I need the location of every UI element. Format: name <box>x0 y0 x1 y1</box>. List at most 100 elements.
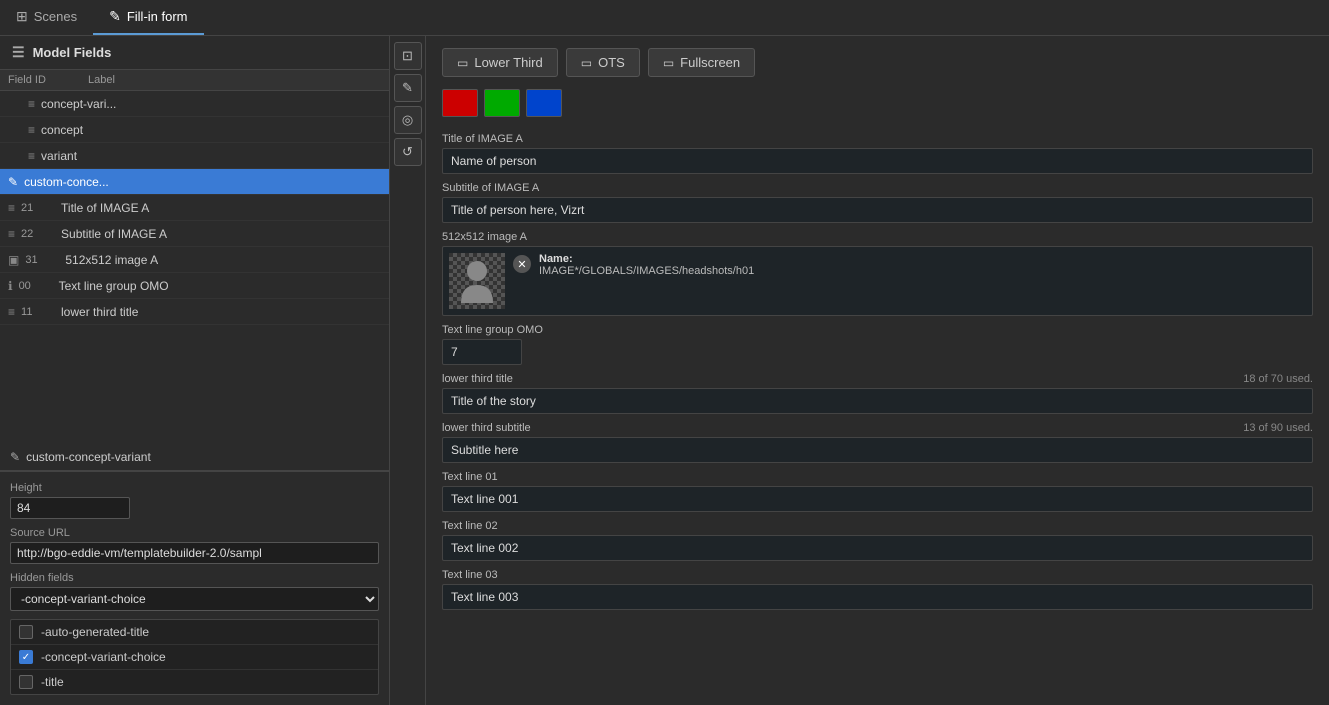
fields-table: ≡ concept-vari... ≡ concept ≡ variant ✎ … <box>0 91 389 444</box>
expand-button[interactable]: ⊡ <box>394 42 422 70</box>
col-id-header: Field ID <box>8 74 88 86</box>
ots-button[interactable]: ▭ OTS <box>566 48 640 77</box>
fullscreen-label: Fullscreen <box>680 55 740 70</box>
height-input[interactable] <box>10 497 130 519</box>
checkbox-label: -concept-variant-choice <box>41 650 166 664</box>
edit-icon: ✎ <box>402 80 413 96</box>
list-icon: ≡ <box>8 305 15 319</box>
field-subtitle-image-a: Subtitle of IMAGE A <box>442 182 1313 223</box>
source-url-input[interactable] <box>10 542 379 564</box>
lower-third-subtitle-char-count: 13 of 90 used. <box>1243 422 1313 434</box>
checkbox-title[interactable] <box>19 675 33 689</box>
list-item[interactable]: ≡ 22 Subtitle of IMAGE A <box>0 221 389 247</box>
custom-concept-label: custom-concept-variant <box>26 450 151 464</box>
image-thumbnail <box>449 253 505 309</box>
field-text-line-group-input[interactable] <box>442 339 522 365</box>
fullscreen-icon: ▭ <box>663 56 674 70</box>
list-item[interactable]: ≡ variant <box>0 143 389 169</box>
checkbox-item-auto-generated-title[interactable]: -auto-generated-title <box>11 620 378 645</box>
item-id: 21 <box>21 202 61 214</box>
field-lower-third-title-input[interactable] <box>442 388 1313 414</box>
color-swatch-green[interactable] <box>484 89 520 117</box>
fullscreen-button[interactable]: ▭ Fullscreen <box>648 48 755 77</box>
hidden-fields-select[interactable]: -concept-variant-choice <box>10 587 379 611</box>
field-lower-third-subtitle-label: lower third subtitle <box>442 422 531 434</box>
item-label: concept-vari... <box>41 97 381 111</box>
field-text-line-01-input[interactable] <box>442 486 1313 512</box>
field-text-line-01: Text line 01 <box>442 471 1313 512</box>
list-icon: ≡ <box>8 227 15 241</box>
item-label: Text line group OMO <box>59 279 381 293</box>
list-icon: ≡ <box>8 201 15 215</box>
item-label: Subtitle of IMAGE A <box>61 227 381 241</box>
refresh-button[interactable]: ↺ <box>394 138 422 166</box>
field-text-line-group-label: Text line group OMO <box>442 324 543 336</box>
list-item[interactable]: ≡ 11 lower third title <box>0 299 389 325</box>
item-id: 11 <box>21 306 61 318</box>
left-panel: ☰ Model Fields Field ID Label ≡ concept-… <box>0 36 390 705</box>
expand-icon: ⊡ <box>402 48 413 64</box>
field-text-line-01-label: Text line 01 <box>442 471 498 483</box>
eye-icon: ◎ <box>402 112 413 128</box>
list-icon: ≡ <box>28 123 35 137</box>
person-silhouette <box>459 259 495 303</box>
tab-fill-in-form-label: Fill-in form <box>127 9 188 24</box>
checkbox-item-concept-variant-choice[interactable]: ✓ -concept-variant-choice <box>11 645 378 670</box>
list-item-selected[interactable]: ✎ custom-conce... <box>0 169 389 195</box>
panel-title: Model Fields <box>33 45 112 60</box>
main-layout: ☰ Model Fields Field ID Label ≡ concept-… <box>0 36 1329 705</box>
image-name-label: Name: <box>539 253 573 265</box>
tab-scenes-label: Scenes <box>34 9 77 24</box>
image-name-value: IMAGE*/GLOBALS/IMAGES/headshots/h01 <box>539 265 754 277</box>
field-lower-third-subtitle-input[interactable] <box>442 437 1313 463</box>
item-id: 22 <box>21 228 61 240</box>
checkbox-item-title[interactable]: -title <box>11 670 378 694</box>
field-image-512-label: 512x512 image A <box>442 231 527 243</box>
panel-header-icon: ☰ <box>12 44 25 61</box>
right-side: ⊡ ✎ ◎ ↺ ▭ Lower Third ▭ OTS <box>390 36 1329 705</box>
field-text-line-03: Text line 03 <box>442 569 1313 610</box>
image-remove-button[interactable]: ✕ <box>513 255 531 273</box>
edit-button[interactable]: ✎ <box>394 74 422 102</box>
field-title-image-a: Title of IMAGE A <box>442 133 1313 174</box>
field-title-image-a-label: Title of IMAGE A <box>442 133 523 145</box>
hidden-fields-prop: Hidden fields -concept-variant-choice <box>10 572 379 611</box>
field-title-image-a-input[interactable] <box>442 148 1313 174</box>
lower-third-label: Lower Third <box>474 55 542 70</box>
hidden-fields-label: Hidden fields <box>10 572 379 584</box>
fill-in-form-icon: ✎ <box>109 8 121 25</box>
panel-header: ☰ Model Fields <box>0 36 389 70</box>
color-swatch-red[interactable] <box>442 89 478 117</box>
list-item[interactable]: ≡ concept <box>0 117 389 143</box>
ots-icon: ▭ <box>581 56 592 70</box>
bottom-properties: Height Source URL Hidden fields -concept… <box>0 471 389 705</box>
field-text-line-group: Text line group OMO <box>442 324 1313 365</box>
lower-third-title-char-count: 18 of 70 used. <box>1243 373 1313 385</box>
lower-third-button[interactable]: ▭ Lower Third <box>442 48 558 77</box>
list-item[interactable]: ≡ concept-vari... <box>0 91 389 117</box>
ots-label: OTS <box>598 55 625 70</box>
list-icon: ≡ <box>28 97 35 111</box>
list-item[interactable]: ℹ 00 Text line group OMO <box>0 273 389 299</box>
eye-button[interactable]: ◎ <box>394 106 422 134</box>
field-text-line-03-input[interactable] <box>442 584 1313 610</box>
lower-third-icon: ▭ <box>457 56 468 70</box>
color-swatch-blue[interactable] <box>526 89 562 117</box>
top-bar: ⊞ Scenes ✎ Fill-in form <box>0 0 1329 36</box>
checkbox-concept-variant-choice[interactable]: ✓ <box>19 650 33 664</box>
toolbar-strip: ⊡ ✎ ◎ ↺ <box>390 36 426 705</box>
item-id: 00 <box>19 280 59 292</box>
field-text-line-02-input[interactable] <box>442 535 1313 561</box>
tab-fill-in-form[interactable]: ✎ Fill-in form <box>93 0 203 35</box>
height-prop: Height <box>10 482 379 519</box>
field-text-line-02: Text line 02 <box>442 520 1313 561</box>
table-header: Field ID Label <box>0 70 389 91</box>
tab-scenes[interactable]: ⊞ Scenes <box>0 0 93 35</box>
scenes-icon: ⊞ <box>16 8 28 25</box>
field-text-line-03-label: Text line 03 <box>442 569 498 581</box>
list-item[interactable]: ▣ 31 512x512 image A <box>0 247 389 273</box>
field-subtitle-image-a-input[interactable] <box>442 197 1313 223</box>
item-label: variant <box>41 149 381 163</box>
list-item[interactable]: ≡ 21 Title of IMAGE A <box>0 195 389 221</box>
checkbox-auto-generated-title[interactable] <box>19 625 33 639</box>
